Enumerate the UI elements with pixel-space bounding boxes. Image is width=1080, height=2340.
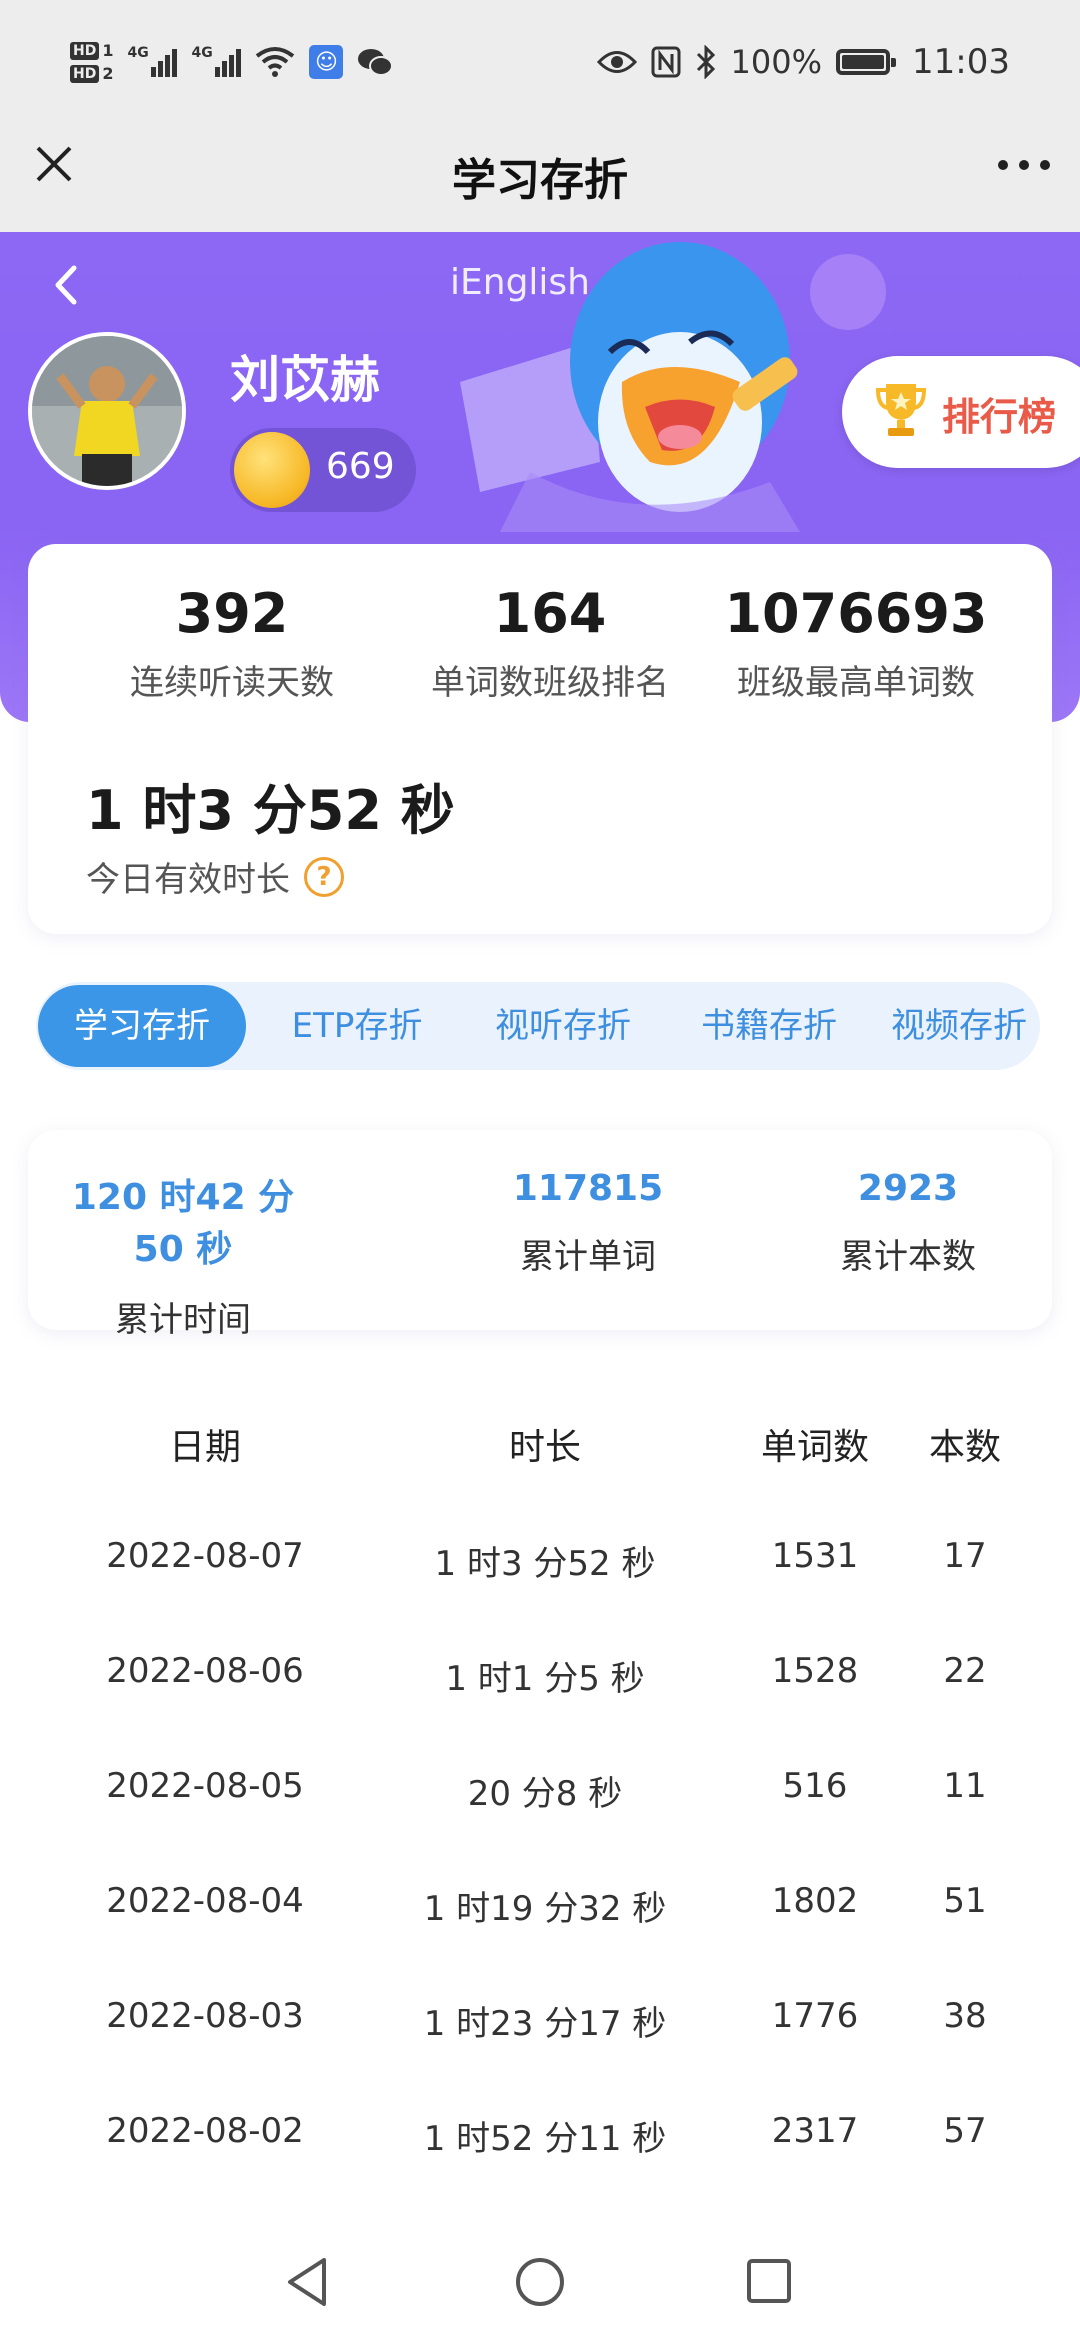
stat-value: 392 xyxy=(175,582,289,645)
stat-streak-days: 392 连续听读天数 xyxy=(72,582,392,704)
cell-words: 1528 xyxy=(771,1651,859,1691)
totals-card: 120 时42 分50 秒 累计时间 117815 累计单词 2923 累计本数 xyxy=(28,1130,1052,1340)
nfc-icon xyxy=(651,46,681,78)
today-duration: 1 时3 分52 秒 xyxy=(86,779,455,842)
total-time: 120 时42 分50 秒 累计时间 xyxy=(48,1168,318,1341)
total-value: 117815 xyxy=(512,1168,664,1209)
battery-percent: 100% xyxy=(730,43,823,81)
cell-duration: 1 时3 分52 秒 xyxy=(434,1544,656,1584)
stat-label: 单词数班级排名 xyxy=(431,663,669,703)
cell-words: 1776 xyxy=(771,1996,859,2036)
total-books: 2923 累计本数 xyxy=(808,1168,1008,1278)
header-words: 单词数 xyxy=(760,1427,869,1468)
help-icon[interactable]: ? xyxy=(304,856,344,897)
status-time: 11:03 xyxy=(912,42,1010,82)
leaderboard-button[interactable]: 排行榜 xyxy=(842,356,1080,468)
stat-label: 班级最高单词数 xyxy=(737,663,975,703)
tab-etp[interactable]: ETP存折 xyxy=(262,985,452,1067)
cell-books: 11 xyxy=(943,1766,987,1806)
trophy-icon xyxy=(875,384,927,436)
table-row: 2022-08-03 1 时23 分17 秒 1776 38 xyxy=(0,1996,1080,2056)
app-notification-icon: ☺ xyxy=(309,45,344,79)
cell-duration: 1 时1 分5 秒 xyxy=(445,1659,645,1699)
cell-books: 57 xyxy=(943,2111,987,2151)
table-row: 2022-08-07 1 时3 分52 秒 1531 17 xyxy=(0,1536,1080,1596)
signal-icon: 4G xyxy=(127,45,178,77)
username: 刘苡赫 xyxy=(230,351,380,409)
coin-icon xyxy=(234,432,310,508)
hd-indicators: HD 1 HD 2 xyxy=(70,41,113,83)
coin-count: 669 xyxy=(326,446,395,487)
nav-recents-icon[interactable] xyxy=(746,2258,792,2304)
cell-books: 38 xyxy=(943,1996,987,2036)
tab-study[interactable]: 学习存折 xyxy=(38,985,246,1067)
eye-icon xyxy=(596,51,637,73)
cell-books: 22 xyxy=(943,1651,987,1691)
app-title: iEnglish xyxy=(450,262,590,303)
table-row: 2022-08-02 1 时52 分11 秒 2317 57 xyxy=(0,2111,1080,2171)
cell-date: 2022-08-04 xyxy=(106,1881,304,1921)
tab-books[interactable]: 书籍存折 xyxy=(674,985,864,1067)
cell-words: 1531 xyxy=(771,1536,859,1576)
today-duration-label-row: 今日有效时长 ? xyxy=(86,852,344,901)
table-row: 2022-08-04 1 时19 分32 秒 1802 51 xyxy=(0,1881,1080,1941)
wifi-icon xyxy=(256,47,295,77)
cell-date: 2022-08-05 xyxy=(106,1766,304,1806)
total-value: 2923 xyxy=(857,1168,959,1209)
stat-class-rank: 164 单词数班级排名 xyxy=(390,582,710,704)
cell-date: 2022-08-03 xyxy=(106,1996,304,2036)
stats-card: 392 连续听读天数 164 单词数班级排名 1076693 班级最高单词数 1… xyxy=(28,544,1052,934)
tab-audiovisual[interactable]: 视听存折 xyxy=(468,985,658,1067)
total-label: 累计单词 xyxy=(520,1237,656,1277)
battery-icon xyxy=(836,49,897,75)
leaderboard-label: 排行榜 xyxy=(942,395,1057,439)
signal-icon-2: 4G xyxy=(191,45,242,77)
cell-duration: 20 分8 秒 xyxy=(467,1774,623,1814)
total-words: 117815 累计单词 xyxy=(488,1168,688,1278)
total-value: 120 时42 分50 秒 xyxy=(71,1177,295,1270)
stat-label: 连续听读天数 xyxy=(130,663,334,703)
status-left-icons: HD 1 HD 2 4G 4G ☺ xyxy=(70,32,394,92)
status-bar: HD 1 HD 2 4G 4G ☺ 100% 11:03 xyxy=(0,0,1080,120)
total-label: 累计本数 xyxy=(840,1237,976,1277)
tab-video[interactable]: 视频存折 xyxy=(874,985,1044,1067)
title-bar: 学习存折 xyxy=(0,120,1080,232)
cell-words: 2317 xyxy=(771,2111,859,2151)
wechat-icon xyxy=(358,49,394,76)
cell-books: 51 xyxy=(943,1881,987,1921)
table-row: 2022-08-06 1 时1 分5 秒 1528 22 xyxy=(0,1651,1080,1711)
more-icon[interactable] xyxy=(998,160,1050,170)
page-title: 学习存折 xyxy=(452,155,628,206)
cell-words: 1802 xyxy=(771,1881,859,1921)
coin-balance[interactable]: 669 xyxy=(230,428,416,512)
table-row: 2022-08-05 20 分8 秒 516 11 xyxy=(0,1766,1080,1826)
avatar[interactable] xyxy=(28,332,186,490)
header-duration: 时长 xyxy=(508,1427,581,1468)
cell-duration: 1 时52 分11 秒 xyxy=(423,2119,667,2159)
cell-date: 2022-08-02 xyxy=(106,2111,304,2151)
cell-duration: 1 时23 分17 秒 xyxy=(423,2004,667,2044)
bluetooth-icon xyxy=(696,45,715,79)
header-books: 本数 xyxy=(928,1427,1001,1468)
status-right-icons: 100% 11:03 xyxy=(596,36,1010,88)
cell-words: 516 xyxy=(782,1766,848,1806)
stat-class-max-words: 1076693 班级最高单词数 xyxy=(696,582,1016,704)
cell-date: 2022-08-07 xyxy=(106,1536,304,1576)
nav-home-icon[interactable] xyxy=(514,2256,566,2308)
header-date: 日期 xyxy=(168,1427,241,1468)
cell-books: 17 xyxy=(943,1536,987,1576)
today-duration-label: 今日有效时长 xyxy=(86,860,290,900)
stat-value: 1076693 xyxy=(724,582,988,645)
passbook-tabs: 学习存折 ETP存折 视听存折 书籍存折 视频存折 xyxy=(36,982,1040,1070)
system-nav-bar xyxy=(0,2220,1080,2340)
cell-date: 2022-08-06 xyxy=(106,1651,304,1691)
cell-duration: 1 时19 分32 秒 xyxy=(423,1889,667,1929)
total-label: 累计时间 xyxy=(115,1300,251,1340)
stat-value: 164 xyxy=(493,582,607,645)
nav-back-icon[interactable] xyxy=(284,2256,332,2308)
